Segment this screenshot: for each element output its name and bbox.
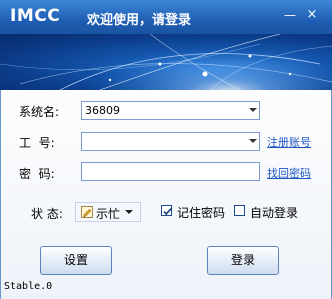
chevron-down-icon [125,210,133,214]
employee-id-label: 工 号: [19,136,55,150]
settings-button[interactable]: 设置 [40,246,112,275]
system-name-value: 36809 [85,104,120,117]
recover-password-link[interactable]: 找回密码 [267,165,311,181]
pencil-busy-icon [81,206,93,218]
globe-network-graphic [0,34,332,90]
version-text: Stable.0 [4,281,53,292]
network-globe-banner [0,34,332,90]
status-label: 状 态: [31,207,63,221]
chevron-down-icon[interactable] [249,139,257,143]
status-selector[interactable]: 示忙 [75,202,141,222]
password-label: 密 码: [19,167,55,181]
title-bar[interactable]: IMCC 欢迎使用，请登录 — × [0,0,332,34]
auto-login-checkbox[interactable] [234,205,245,216]
app-logo: IMCC [10,6,61,26]
system-name-dropdown[interactable]: 36809 [81,101,260,120]
welcome-text: 欢迎使用，请登录 [87,13,192,28]
minimize-button[interactable]: — [282,7,298,23]
employee-id-dropdown[interactable] [81,132,260,151]
chevron-down-icon[interactable] [249,108,257,112]
remember-password-label[interactable]: 记住密码 [177,204,225,221]
close-button[interactable]: × [304,7,320,23]
system-name-label: 系统名: [19,105,60,119]
checkmark-icon [163,207,172,216]
password-field[interactable] [81,162,260,181]
remember-password-checkbox[interactable] [161,205,172,216]
status-value: 示忙 [96,207,121,221]
login-button[interactable]: 登录 [207,246,279,275]
register-account-link[interactable]: 注册账号 [267,134,311,150]
auto-login-label[interactable]: 自动登录 [250,204,298,221]
